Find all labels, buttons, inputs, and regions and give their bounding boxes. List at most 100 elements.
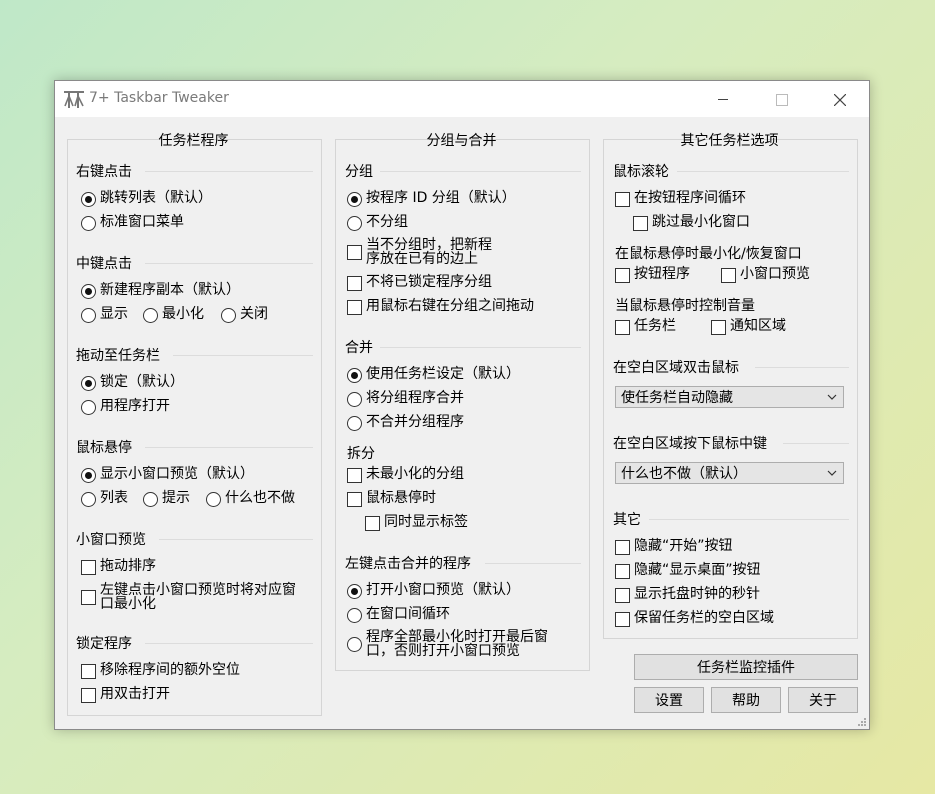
checkbox-dont-group-pinned[interactable]: 不将已锁定程序分组	[347, 275, 492, 291]
radio-icon	[81, 216, 96, 231]
radio-icon	[81, 468, 96, 483]
checkbox-drag-reorder[interactable]: 拖动排序	[81, 559, 156, 575]
radio-cycle-windows[interactable]: 在窗口间循环	[347, 607, 450, 623]
divider	[783, 443, 849, 444]
option-label: 用双击打开	[100, 686, 170, 702]
checkbox-double-click-open[interactable]: 用双击打开	[81, 687, 170, 703]
radio-pin[interactable]: 锁定（默认）	[81, 375, 184, 391]
checkbox-icon	[347, 245, 362, 260]
option-label: 列表	[100, 490, 128, 506]
checkbox-wheel-buttons[interactable]: 按钮程序	[615, 267, 690, 283]
radio-minimize[interactable]: 最小化	[143, 307, 204, 323]
radio-thumbnail-preview[interactable]: 显示小窗口预览（默认）	[81, 467, 254, 483]
radio-icon	[206, 492, 221, 507]
option-label: 提示	[162, 490, 190, 506]
checkbox-split-unminimized[interactable]: 未最小化的分组	[347, 467, 464, 483]
option-label: 当不分组时，把新程 序放在已有的边上	[366, 238, 492, 266]
radio-open-thumbnail[interactable]: 打开小窗口预览（默认）	[347, 583, 520, 599]
radio-open-last-window[interactable]: 程序全部最小化时打开最后窗 口，否则打开小窗口预览	[347, 630, 548, 658]
checkbox-right-drag[interactable]: 用鼠标右键在分组之间拖动	[347, 299, 534, 315]
checkbox-hide-start[interactable]: 隐藏“开始”按钮	[615, 539, 733, 555]
radio-icon	[143, 492, 158, 507]
checkbox-minimize-on-click[interactable]: 左键点击小窗口预览时将对应窗 口最小化	[81, 583, 296, 611]
drag-heading: 拖动至任务栏	[76, 348, 160, 364]
title-bar: 7+ Taskbar Tweaker	[55, 81, 869, 117]
app-window: 7+ Taskbar Tweaker 任务栏程序 右键点击 跳转列表（默认） 标…	[54, 80, 870, 730]
help-button[interactable]: 帮助	[711, 687, 781, 713]
checkbox-icon	[81, 688, 96, 703]
hover-heading: 鼠标悬停	[76, 440, 132, 456]
double-click-select[interactable]: 使任务栏自动隐藏	[615, 386, 844, 408]
radio-tooltip[interactable]: 提示	[143, 491, 190, 507]
radio-dont-combine[interactable]: 不合并分组程序	[347, 415, 464, 431]
radio-open-with[interactable]: 用程序打开	[81, 399, 170, 415]
radio-icon	[347, 192, 362, 207]
radio-window-menu[interactable]: 标准窗口菜单	[81, 215, 184, 231]
checkbox-icon	[615, 588, 630, 603]
radio-icon	[347, 584, 362, 599]
middle-click-select[interactable]: 什么也不做（默认）	[615, 462, 844, 484]
option-label: 程序全部最小化时打开最后窗 口，否则打开小窗口预览	[366, 630, 548, 658]
divider	[173, 355, 313, 356]
minimize-button[interactable]	[700, 81, 746, 117]
radio-group-by-id[interactable]: 按程序 ID 分组（默认）	[347, 191, 516, 207]
app-icon	[64, 91, 84, 108]
checkbox-remove-gaps[interactable]: 移除程序间的额外空位	[81, 663, 240, 679]
radio-dont-group[interactable]: 不分组	[347, 215, 408, 231]
option-label: 什么也不做	[225, 490, 295, 506]
radio-use-taskbar-setting[interactable]: 使用任务栏设定（默认）	[347, 367, 520, 383]
option-label: 显示小窗口预览（默认）	[100, 466, 254, 482]
checkbox-show-labels[interactable]: 同时显示标签	[365, 515, 468, 531]
radio-nothing[interactable]: 什么也不做	[206, 491, 295, 507]
divider	[380, 171, 581, 172]
radio-show[interactable]: 显示	[81, 307, 128, 323]
option-label: 小窗口预览	[740, 266, 810, 282]
checkbox-wheel-cycle[interactable]: 在按钮程序间循环	[615, 191, 746, 207]
checkbox-skip-minimized[interactable]: 跳过最小化窗口	[633, 215, 750, 231]
col2-title: 分组与合并	[426, 133, 497, 149]
checkbox-icon	[347, 492, 362, 507]
radio-jumplist[interactable]: 跳转列表（默认）	[81, 191, 212, 207]
option-label: 隐藏“开始”按钮	[634, 538, 733, 554]
divider	[159, 539, 313, 540]
option-label: 标准窗口菜单	[100, 214, 184, 230]
combining-heading: 合并	[345, 340, 373, 356]
checkbox-icon	[81, 560, 96, 575]
radio-new-instance[interactable]: 新建程序副本（默认）	[81, 283, 240, 299]
radio-icon	[347, 392, 362, 407]
radio-list[interactable]: 列表	[81, 491, 128, 507]
wheel-volume-label: 当鼠标悬停时控制音量	[615, 298, 755, 314]
col1-title: 任务栏程序	[158, 133, 229, 149]
checkbox-wheel-thumbnails[interactable]: 小窗口预览	[721, 267, 810, 283]
settings-button[interactable]: 设置	[634, 687, 704, 713]
radio-icon	[81, 376, 96, 391]
divider	[755, 367, 849, 368]
inspector-button[interactable]: 任务栏监控插件	[634, 654, 858, 680]
grouping-heading: 分组	[345, 164, 373, 180]
close-button[interactable]	[816, 81, 862, 117]
option-label: 新建程序副本（默认）	[100, 282, 240, 298]
wheel-hover-minimize-label: 在鼠标悬停时最小化/恢复窗口	[615, 246, 802, 262]
checkbox-show-seconds[interactable]: 显示托盘时钟的秒针	[615, 587, 760, 603]
checkbox-icon	[81, 590, 96, 605]
checkbox-keep-empty-space[interactable]: 保留任务栏的空白区域	[615, 611, 774, 627]
option-label: 移除程序间的额外空位	[100, 662, 240, 678]
radio-combine-grouped[interactable]: 将分组程序合并	[347, 391, 464, 407]
radio-icon	[347, 608, 362, 623]
about-button[interactable]: 关于	[788, 687, 858, 713]
option-label: 锁定（默认）	[100, 374, 184, 390]
radio-close[interactable]: 关闭	[221, 307, 268, 323]
radio-icon	[347, 637, 362, 652]
checkbox-place-beside[interactable]: 当不分组时，把新程 序放在已有的边上	[347, 238, 492, 266]
maximize-icon	[776, 94, 788, 106]
maximize-button[interactable]	[758, 81, 804, 117]
option-label: 用鼠标右键在分组之间拖动	[366, 298, 534, 314]
option-label: 跳转列表（默认）	[100, 190, 212, 206]
checkbox-volume-taskbar[interactable]: 任务栏	[615, 319, 676, 335]
splitting-heading: 拆分	[347, 446, 375, 462]
divider	[380, 347, 581, 348]
checkbox-volume-tray[interactable]: 通知区域	[711, 319, 786, 335]
resize-grip-icon[interactable]	[857, 717, 867, 727]
checkbox-hide-show-desktop[interactable]: 隐藏“显示桌面”按钮	[615, 563, 761, 579]
checkbox-split-on-hover[interactable]: 鼠标悬停时	[347, 491, 436, 507]
